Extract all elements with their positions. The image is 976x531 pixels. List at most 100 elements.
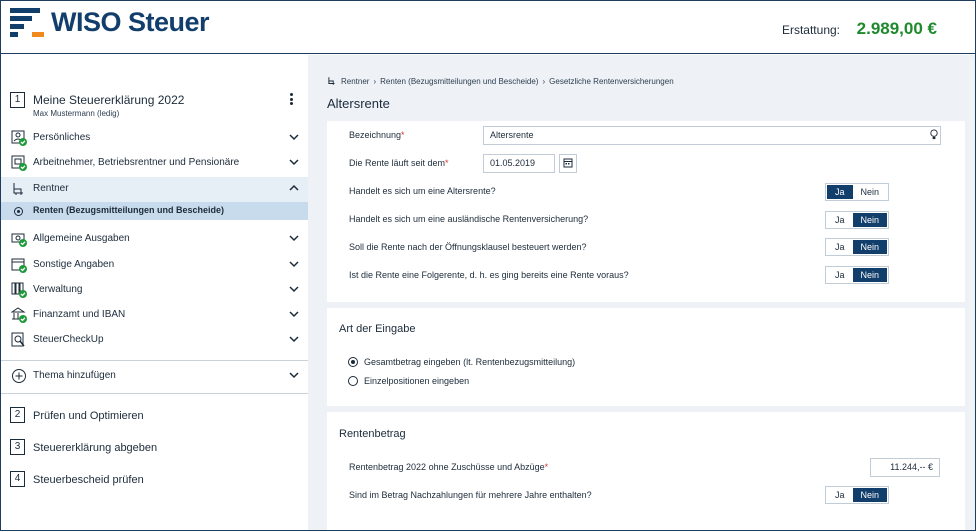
since-date-input[interactable]: 01.05.2019	[483, 154, 555, 173]
no-option[interactable]: Nein	[852, 213, 888, 227]
yes-no-toggle[interactable]: Ja Nein	[825, 266, 890, 284]
radio-total[interactable]	[348, 357, 358, 367]
chevron-down-icon	[289, 311, 299, 318]
step-4[interactable]: 4 Steuerbescheid prüfen	[1, 469, 308, 491]
breadcrumb-item[interactable]: Renten (Bezugsmitteilungen und Bescheide…	[380, 77, 538, 86]
yes-no-toggle[interactable]: Ja Nein	[825, 238, 890, 256]
sidebar-subitem-renten[interactable]: Renten (Bezugsmitteilungen und Bescheide…	[1, 202, 308, 220]
panel-title: Rentenbetrag	[339, 428, 406, 440]
building-check-icon	[11, 307, 27, 323]
chevron-down-icon	[289, 286, 299, 293]
wiso-logo-icon	[10, 8, 44, 37]
yes-option[interactable]: Ja	[827, 240, 853, 254]
step-title: Prüfen und Optimieren	[33, 410, 144, 422]
calendar-check-icon	[11, 258, 27, 273]
add-topic-button[interactable]: Thema hinzufügen	[1, 364, 308, 389]
panel-title: Art der Eingabe	[339, 323, 416, 335]
no-option[interactable]: Nein	[853, 185, 888, 199]
step-title: Steuererklärung abgeben	[33, 442, 158, 454]
yes-option[interactable]: Ja	[827, 488, 853, 502]
money-check-icon	[11, 233, 27, 247]
magnifier-doc-icon	[11, 332, 25, 347]
sidebar-divider	[1, 360, 308, 361]
question-label: Handelt es sich um eine ausländische Ren…	[349, 214, 589, 224]
sidebar-item-label: Finanzamt und IBAN	[33, 309, 126, 320]
sidebar-divider	[1, 393, 308, 394]
sidebar-item-verwaltung[interactable]: Verwaltung	[1, 278, 308, 303]
no-option[interactable]: Nein	[852, 488, 888, 502]
step-3[interactable]: 3 Steuererklärung abgeben	[1, 437, 308, 459]
yes-no-toggle[interactable]: Ja Nein	[825, 486, 890, 504]
scrollbar[interactable]	[969, 59, 974, 519]
brand-name: WISO Steuer	[51, 7, 210, 37]
input-type-panel: Art der Eingabe Gesamtbetrag eingeben (l…	[327, 308, 965, 406]
breadcrumb-separator: ›	[542, 76, 546, 86]
question-label: Handelt es sich um eine Altersrente?	[349, 186, 496, 196]
question-label: Soll die Rente nach der Öffnungsklausel …	[349, 242, 587, 252]
question-label: Ist die Rente eine Folgerente, d. h. es …	[349, 270, 629, 280]
plus-circle-icon	[12, 369, 26, 383]
step-number: 2	[10, 407, 25, 423]
sidebar-item-persoenliches[interactable]: Persönliches	[1, 126, 308, 151]
refund-amount: 2.989,00 €	[856, 19, 937, 38]
breadcrumb-item: Gesetzliche Rentenversicherungen	[549, 76, 674, 86]
app-header: WISO Steuer Erstattung: 2.989,00 €	[1, 1, 975, 54]
chair-icon	[328, 77, 335, 85]
breadcrumb-item[interactable]: Rentner	[341, 77, 369, 86]
radio-items[interactable]	[348, 376, 358, 386]
chair-icon	[13, 183, 23, 195]
main-content: Rentner › Renten (Bezugsmitteilungen und…	[308, 55, 975, 530]
arrears-label: Sind im Betrag Nachzahlungen für mehrere…	[349, 490, 592, 500]
active-dot-icon	[14, 207, 23, 216]
sidebar-item-finanzamt[interactable]: Finanzamt und IBAN	[1, 303, 308, 328]
yes-no-toggle[interactable]: Ja Nein	[825, 183, 890, 201]
refund-label: Erstattung:	[781, 23, 840, 37]
sidebar-item-steuercheckup[interactable]: SteuerCheckUp	[1, 328, 308, 353]
pension-details-panel: Bezeichnung* Altersrente Die Rente läuft…	[327, 121, 965, 302]
step-title: Meine Steuererklärung 2022	[33, 93, 185, 107]
amount-input[interactable]: 11.244,-- €	[870, 458, 940, 477]
yes-no-toggle[interactable]: Ja Nein	[825, 211, 890, 229]
chevron-up-icon	[289, 184, 299, 191]
since-label: Die Rente läuft seit dem*	[349, 158, 449, 168]
amount-label: Rentenbetrag 2022 ohne Zuschüsse und Abz…	[349, 462, 549, 472]
yes-option[interactable]: Ja	[827, 185, 853, 199]
breadcrumb: Rentner › Renten (Bezugsmitteilungen und…	[327, 76, 674, 86]
sidebar-item-label: Sonstige Angaben	[33, 259, 115, 270]
step-title: Steuerbescheid prüfen	[33, 474, 144, 486]
radio-label[interactable]: Einzelpositionen eingeben	[364, 376, 469, 386]
page-title: Altersrente	[327, 96, 390, 111]
chevron-down-icon	[289, 261, 299, 268]
bezeichnung-input[interactable]: Altersrente	[483, 126, 941, 145]
step-2[interactable]: 2 Prüfen und Optimieren	[1, 405, 308, 427]
add-topic-label: Thema hinzufügen	[33, 370, 116, 381]
sidebar-item-label: Verwaltung	[33, 284, 83, 295]
person-check-icon	[11, 130, 27, 146]
no-option[interactable]: Nein	[852, 268, 888, 282]
lightbulb-icon[interactable]	[929, 129, 939, 140]
sidebar: 1 Meine Steuererklärung 2022 Max Musterm…	[1, 55, 308, 530]
sidebar-item-rentner[interactable]: Rentner	[1, 177, 308, 202]
sidebar-item-label: Arbeitnehmer, Betriebsrentner und Pensio…	[33, 157, 240, 168]
step-number: 1	[10, 92, 25, 108]
sidebar-item-allgemeine-ausgaben[interactable]: Allgemeine Ausgaben	[1, 227, 308, 252]
yes-option[interactable]: Ja	[827, 213, 853, 227]
radio-label[interactable]: Gesamtbetrag eingeben (lt. Rentenbezugsm…	[364, 357, 575, 367]
step-1-header[interactable]: 1 Meine Steuererklärung 2022 Max Musterm…	[1, 91, 308, 121]
calendar-icon	[563, 158, 573, 168]
step-number: 3	[10, 439, 25, 455]
yes-option[interactable]: Ja	[827, 268, 853, 282]
sidebar-item-label: Allgemeine Ausgaben	[33, 233, 130, 244]
amount-panel: Rentenbetrag Rentenbetrag 2022 ohne Zusc…	[327, 412, 965, 530]
sidebar-item-arbeitnehmer[interactable]: Arbeitnehmer, Betriebsrentner und Pensio…	[1, 151, 308, 176]
more-options-icon[interactable]	[290, 93, 294, 107]
chevron-down-icon	[289, 336, 299, 343]
chevron-down-icon	[289, 235, 299, 242]
breadcrumb-separator: ›	[373, 76, 377, 86]
sidebar-item-sonstige-angaben[interactable]: Sonstige Angaben	[1, 253, 308, 278]
calendar-button[interactable]	[559, 154, 577, 173]
chevron-down-icon	[289, 159, 299, 166]
sidebar-item-label: Rentner	[33, 183, 69, 194]
sidebar-subitem-label: Renten (Bezugsmitteilungen und Bescheide…	[33, 205, 225, 215]
no-option[interactable]: Nein	[852, 240, 888, 254]
